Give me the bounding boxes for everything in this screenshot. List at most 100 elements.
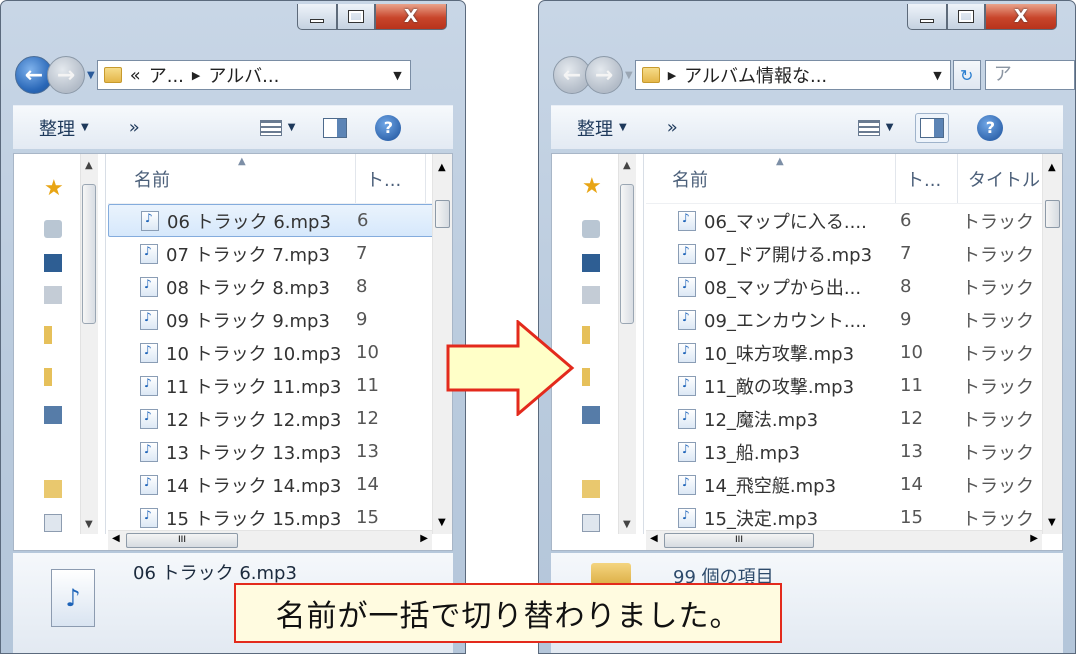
scroll-left-icon[interactable]: ◀ xyxy=(112,533,120,544)
breadcrumb-separator-icon[interactable]: ▶ xyxy=(668,69,676,82)
file-row[interactable]: 12 トラック 12.mp3 12 xyxy=(108,402,452,435)
address-bar[interactable]: ▶ アルバム情報な... ▼ xyxy=(634,60,951,90)
network-icon[interactable] xyxy=(44,286,62,304)
forward-button[interactable]: → xyxy=(47,56,85,94)
scroll-down-icon[interactable]: ▼ xyxy=(438,517,446,528)
folder-icon[interactable] xyxy=(582,326,590,344)
column-header-name[interactable]: 名前 xyxy=(646,154,896,203)
details-file-name: 06 トラック 6.mp3 xyxy=(133,563,297,584)
address-overflow[interactable]: « xyxy=(130,65,141,86)
file-row[interactable]: 10_味方攻撃.mp3 10 トラック xyxy=(646,336,1062,369)
file-row[interactable]: 14_飛空艇.mp3 14 トラック xyxy=(646,468,1062,501)
navigation-pane-scrollbar[interactable]: ▲ ▼ xyxy=(80,154,98,534)
close-button[interactable]: X xyxy=(375,4,447,30)
scroll-down-icon[interactable]: ▼ xyxy=(1048,517,1056,528)
scrollbar-thumb[interactable] xyxy=(435,200,450,228)
scrollbar-thumb[interactable]: III xyxy=(664,533,814,548)
file-row[interactable]: 12_魔法.mp3 12 トラック xyxy=(646,402,1062,435)
maximize-button[interactable] xyxy=(947,4,985,30)
favorites-star-icon[interactable]: ★ xyxy=(44,176,64,201)
more-commands-button[interactable]: » xyxy=(667,117,678,138)
file-row[interactable]: 08 トラック 8.mp3 8 xyxy=(108,270,452,303)
close-button[interactable]: X xyxy=(985,4,1057,30)
file-list-horizontal-scrollbar[interactable]: ◀ III ▶ xyxy=(646,530,1042,550)
file-row[interactable]: 07 トラック 7.mp3 7 xyxy=(108,237,452,270)
track-number: 7 xyxy=(900,243,912,264)
folder-icon[interactable] xyxy=(44,326,52,344)
preview-pane-button[interactable] xyxy=(915,112,950,143)
audio-file-icon xyxy=(678,408,696,429)
breadcrumb-item[interactable]: ア... xyxy=(149,62,184,88)
help-button[interactable]: ? xyxy=(375,114,402,141)
file-row[interactable]: 06_マップに入る.... 6 トラック xyxy=(646,204,1062,237)
help-button[interactable]: ? xyxy=(977,114,1004,141)
breadcrumb-separator-icon[interactable]: ▶ xyxy=(192,69,200,82)
printer-icon[interactable] xyxy=(582,220,600,238)
address-dropdown-icon[interactable]: ▼ xyxy=(933,69,941,82)
address-dropdown-icon[interactable]: ▼ xyxy=(393,69,401,82)
scrollbar-thumb[interactable]: III xyxy=(126,533,238,548)
maximize-button[interactable] xyxy=(337,4,375,30)
more-commands-button[interactable]: » xyxy=(129,117,140,138)
document-icon[interactable] xyxy=(44,514,62,532)
file-row[interactable]: 09 トラック 9.mp3 9 xyxy=(108,303,452,336)
file-list-horizontal-scrollbar[interactable]: ◀ III ▶ xyxy=(108,530,432,550)
recent-pages-dropdown[interactable]: ▼ xyxy=(625,70,633,81)
scroll-up-icon[interactable]: ▲ xyxy=(623,160,631,171)
recent-pages-dropdown[interactable]: ▼ xyxy=(87,70,95,81)
library-icon[interactable] xyxy=(44,480,62,498)
scroll-right-icon[interactable]: ▶ xyxy=(420,533,428,544)
favorites-star-icon[interactable]: ★ xyxy=(582,174,602,199)
scroll-left-icon[interactable]: ◀ xyxy=(650,533,658,544)
folder-icon[interactable] xyxy=(44,368,52,386)
navigation-pane-scrollbar[interactable]: ▲ ▼ xyxy=(618,154,636,534)
breadcrumb-item[interactable]: アルバム情報な... xyxy=(684,62,827,88)
printer-icon[interactable] xyxy=(44,220,62,238)
document-icon[interactable] xyxy=(582,514,600,532)
change-view-button[interactable]: ▼ xyxy=(259,119,295,136)
track-number: 8 xyxy=(900,276,912,297)
scrollbar-thumb[interactable] xyxy=(620,184,634,324)
column-header-track[interactable]: ト... xyxy=(896,154,958,203)
audio-file-icon xyxy=(140,375,158,396)
scroll-down-icon[interactable]: ▼ xyxy=(623,519,631,530)
refresh-button[interactable]: ↻ xyxy=(952,60,981,90)
file-row[interactable]: 09_エンカウント.... 9 トラック xyxy=(646,303,1062,336)
file-row[interactable]: 13 トラック 13.mp3 13 xyxy=(108,435,452,468)
computer-icon[interactable] xyxy=(582,406,600,424)
scrollbar-thumb[interactable] xyxy=(1045,200,1060,228)
organize-button[interactable]: 整理 ▼ xyxy=(577,115,627,141)
forward-button[interactable]: → xyxy=(585,56,623,94)
change-view-button[interactable]: ▼ xyxy=(857,119,893,136)
scroll-up-icon[interactable]: ▲ xyxy=(85,160,93,171)
preview-pane-button[interactable] xyxy=(323,117,348,138)
organize-button[interactable]: 整理 ▼ xyxy=(39,115,89,141)
breadcrumb-item[interactable]: アルバ... xyxy=(208,62,279,88)
scrollbar-thumb[interactable] xyxy=(82,184,96,324)
network-icon[interactable] xyxy=(582,286,600,304)
file-row[interactable]: 06 トラック 6.mp3 6 xyxy=(108,204,452,237)
scroll-down-icon[interactable]: ▼ xyxy=(85,519,93,530)
computer-icon[interactable] xyxy=(44,406,62,424)
library-icon[interactable] xyxy=(582,480,600,498)
folder-icon[interactable] xyxy=(582,368,590,386)
file-row[interactable]: 14 トラック 14.mp3 14 xyxy=(108,468,452,501)
file-row[interactable]: 11 トラック 11.mp3 11 xyxy=(108,369,452,402)
scroll-up-icon[interactable]: ▲ xyxy=(1048,162,1056,173)
file-list-vertical-scrollbar[interactable]: ▲ ▼ xyxy=(1042,154,1062,534)
file-row[interactable]: 10 トラック 10.mp3 10 xyxy=(108,336,452,369)
column-header-track[interactable]: ト... xyxy=(356,154,426,203)
file-row[interactable]: 08_マップから出... 8 トラック xyxy=(646,270,1062,303)
minimize-button[interactable] xyxy=(907,4,947,30)
file-row[interactable]: 13_船.mp3 13 トラック xyxy=(646,435,1062,468)
address-bar[interactable]: « ア... ▶ アルバ... ▼ xyxy=(96,60,411,90)
desktop-icon[interactable] xyxy=(582,254,600,272)
file-row[interactable]: 11_敵の攻撃.mp3 11 トラック xyxy=(646,369,1062,402)
search-input[interactable]: ア xyxy=(984,60,1075,90)
desktop-icon[interactable] xyxy=(44,254,62,272)
minimize-button[interactable] xyxy=(297,4,337,30)
scroll-up-icon[interactable]: ▲ xyxy=(438,162,446,173)
column-header-name[interactable]: 名前 xyxy=(108,154,356,203)
file-row[interactable]: 07_ドア開ける.mp3 7 トラック xyxy=(646,237,1062,270)
scroll-right-icon[interactable]: ▶ xyxy=(1030,533,1038,544)
